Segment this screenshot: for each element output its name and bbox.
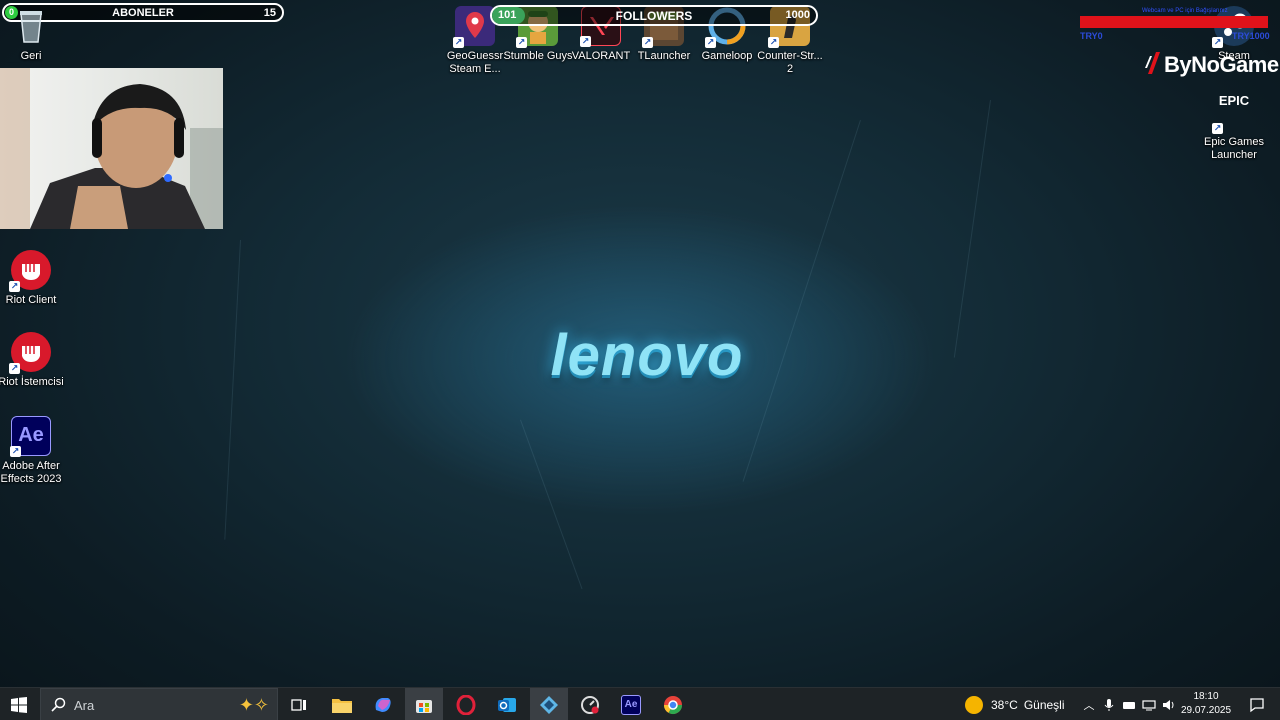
weather-condition: Güneşli (1023, 697, 1065, 712)
webcam-feed (0, 68, 223, 229)
after-effects-icon: Ae ↗ (10, 416, 51, 457)
wallpaper-texture (224, 240, 241, 540)
shortcut-arrow-icon: ↗ (516, 37, 527, 48)
recycle-bin-icon (11, 6, 51, 46)
donation-goal-bar (1080, 16, 1268, 28)
lenovo-wallpaper-logo: lenovo (550, 323, 744, 388)
opera-icon (456, 694, 476, 715)
clock-date: 29.07.2025 (1180, 705, 1232, 716)
followers-goal-bar: 101 FOLLOWERS 1000 (490, 5, 818, 26)
show-hidden-icons-chevron-icon[interactable]: ︿ (1082, 697, 1096, 713)
store-bag-icon (416, 699, 432, 713)
search-icon (51, 697, 66, 712)
recycle-bin-label: Geri Dönüşü... (20, 50, 42, 62)
taskbar: Ara ✦✧ Ae 38°C Güneşli ︿ 18:10 29.07.202… (0, 687, 1280, 720)
shortcut-arrow-icon: ↗ (768, 37, 779, 48)
bynogame-watermark: ByNoGame (1144, 50, 1279, 78)
after-effects-label: Adobe After Effects 2023 (0, 460, 62, 485)
valorant-label: VALORANT (571, 50, 631, 62)
wallpaper-texture (742, 120, 861, 482)
outlook-button[interactable] (488, 688, 526, 720)
network-icon[interactable] (1142, 699, 1156, 711)
bynogame-logo-icon (1145, 52, 1160, 74)
gauge-icon (581, 695, 599, 714)
riot-fist-icon: ↗ (9, 250, 51, 292)
followers-goal-target: 1000 (785, 9, 810, 21)
followers-goal-label: FOLLOWERS (615, 9, 693, 23)
shortcut-arrow-icon: ↗ (580, 36, 591, 47)
epic-games-icon: EPIC ↗ (1212, 92, 1254, 134)
shortcut-arrow-icon: ↗ (705, 37, 716, 48)
subscriber-goal-target: 15 (263, 7, 276, 19)
search-placeholder: Ara (74, 698, 95, 713)
epic-games-desktop-icon[interactable]: EPIC ↗ Epic Games Launcher (1199, 92, 1269, 162)
shortcut-arrow-icon: ↗ (9, 281, 20, 292)
after-effects-glyph: Ae (18, 424, 44, 446)
riot-client-label: Riot Client (5, 294, 57, 306)
after-effects-taskbar-icon: Ae (621, 694, 641, 715)
notifications-button[interactable] (1238, 688, 1276, 720)
shortcut-arrow-icon: ↗ (453, 37, 464, 48)
riot-client-desktop-icon[interactable]: ↗ Riot Client (0, 250, 66, 307)
diamond-app-icon (540, 695, 558, 714)
chrome-icon (664, 695, 682, 714)
microphone-icon[interactable] (1104, 698, 1114, 712)
shortcut-arrow-icon: ↗ (10, 446, 21, 457)
usb-device-icon[interactable] (1122, 699, 1136, 711)
epic-games-glyph: EPIC (1218, 93, 1250, 108)
task-view-icon (291, 698, 306, 711)
weather-temperature: 38°C (991, 697, 1018, 712)
microsoft-store-button[interactable] (405, 688, 443, 720)
gameloop-label: Gameloop (701, 50, 753, 62)
shortcut-arrow-icon: ↗ (642, 37, 653, 48)
geoguessr-label: GeoGuessr Steam E... (446, 50, 504, 75)
weather-widget[interactable]: 38°C Güneşli (965, 688, 1065, 720)
folder-icon (332, 698, 352, 713)
donation-current-amount: TRY0 (1080, 31, 1103, 41)
stumble-guys-label: Stumble Guys (503, 50, 573, 62)
donation-goal-amount: TRY1000 (1232, 31, 1270, 41)
riot-istemcisi-desktop-icon[interactable]: ↗ Riot İstemcisi (0, 332, 66, 389)
outlook-icon (498, 697, 516, 712)
copilot-button[interactable] (364, 688, 402, 720)
sun-icon (965, 695, 983, 714)
notification-icon (1250, 697, 1264, 712)
volume-icon[interactable] (1162, 699, 1176, 711)
donation-goal-title: Webcam ve PC için Bağışlarınız (1142, 8, 1228, 14)
chrome-button[interactable] (654, 688, 692, 720)
windows-logo-icon (11, 696, 27, 713)
wallpaper-texture (520, 419, 583, 590)
shortcut-arrow-icon: ↗ (1212, 123, 1223, 134)
geoguessr-pin-icon: ↗ (453, 6, 495, 48)
app-button-diamond[interactable] (530, 688, 568, 720)
epic-games-label: Epic Games Launcher (1204, 136, 1264, 161)
wallpaper-texture (953, 100, 991, 358)
counter-strike-label: Counter-Str... 2 (757, 50, 823, 75)
taskbar-clock[interactable]: 18:10 29.07.2025 (1180, 690, 1232, 718)
opera-gx-button[interactable] (447, 688, 485, 720)
taskbar-search-box[interactable]: Ara ✦✧ (40, 688, 278, 720)
file-explorer-button[interactable] (323, 688, 361, 720)
copilot-icon (375, 697, 391, 712)
recycle-bin-desktop-icon[interactable]: Geri Dönüşü... (0, 6, 66, 63)
tlauncher-label: TLauncher (637, 50, 691, 62)
riot-fist-icon: ↗ (9, 332, 51, 374)
system-tray: ︿ (1082, 688, 1176, 720)
app-button-gauge[interactable] (571, 688, 609, 720)
copilot-sparkle-icon: ✦✧ (238, 695, 269, 715)
after-effects-taskbar-button[interactable]: Ae (612, 688, 650, 720)
shortcut-arrow-icon: ↗ (1212, 37, 1223, 48)
riot-istemcisi-label: Riot İstemcisi (0, 376, 64, 388)
bynogame-text: ByNoGame (1164, 52, 1279, 77)
clock-time: 18:10 (1193, 691, 1219, 702)
task-view-button[interactable] (280, 688, 318, 720)
start-button[interactable] (0, 688, 38, 720)
after-effects-desktop-icon[interactable]: Ae ↗ Adobe After Effects 2023 (0, 416, 66, 486)
shortcut-arrow-icon: ↗ (9, 363, 20, 374)
